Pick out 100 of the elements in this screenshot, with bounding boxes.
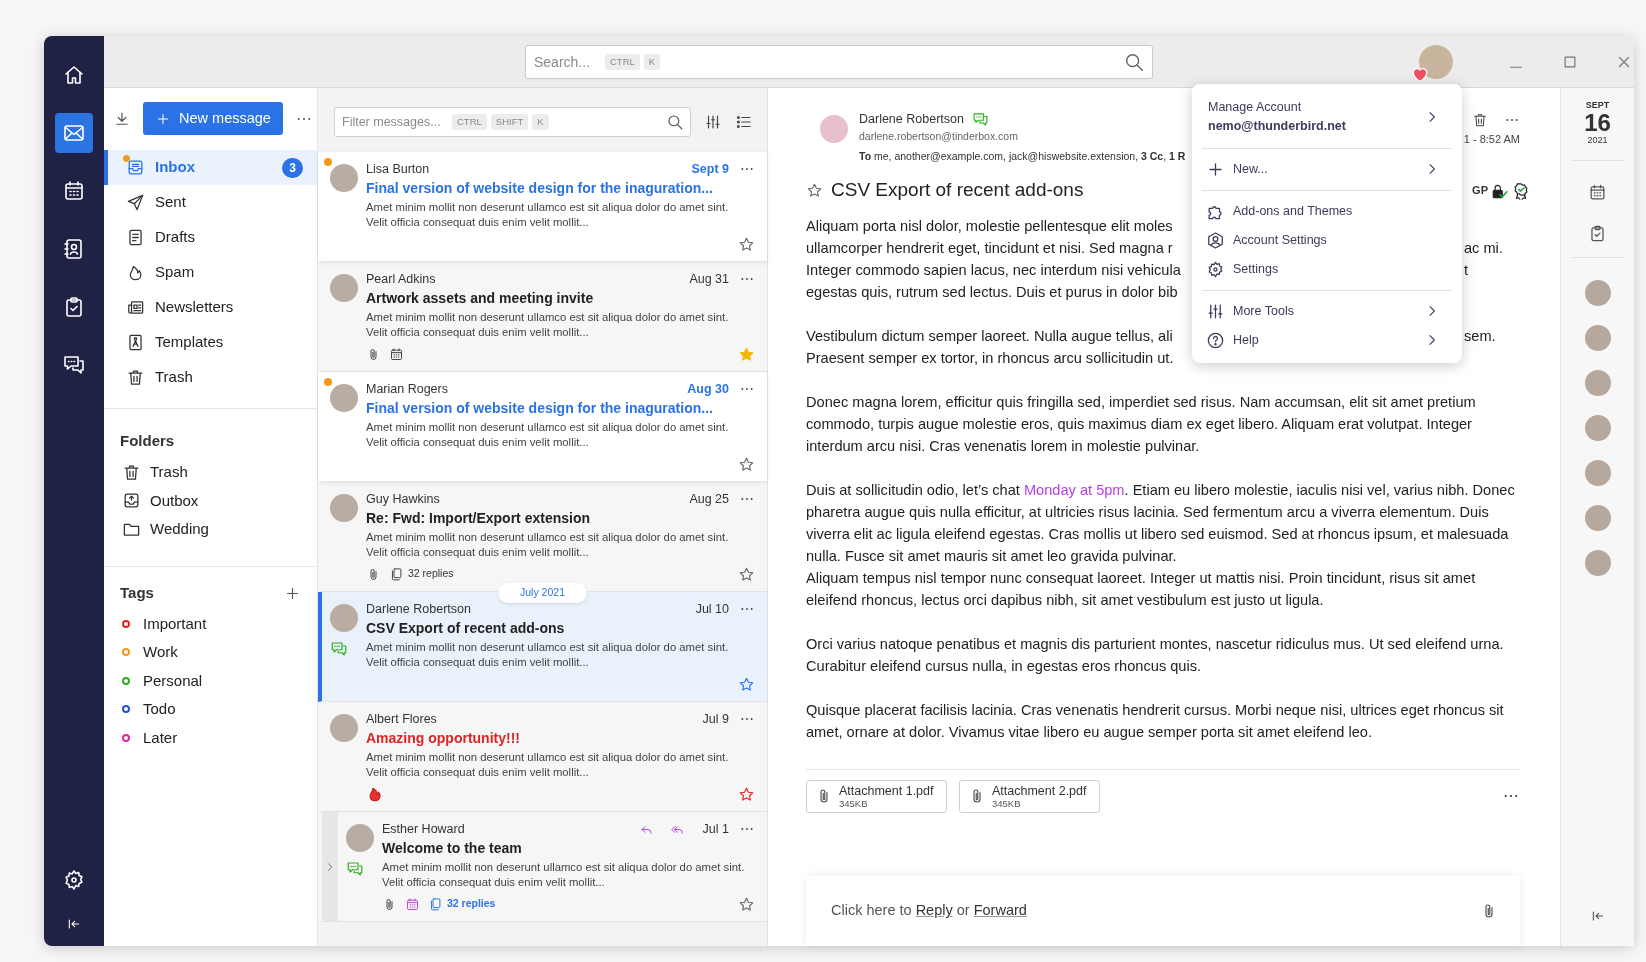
reply-bar[interactable]: Click here to Reply or Forward (806, 876, 1520, 946)
menu-item[interactable]: New... (1192, 154, 1462, 184)
home-icon (62, 63, 86, 87)
message-subject: Final version of website design for the inaguration... (366, 399, 714, 418)
body-text: egestas quis, rutrum sed lectus. Duis et purus in dolor bib (806, 282, 1178, 302)
sender-name: Pearl Adkins (366, 270, 436, 288)
calendar-icon (62, 179, 86, 203)
account-icon (1206, 230, 1225, 250)
menu-item[interactable]: More Tools (1192, 296, 1462, 326)
folder-item[interactable]: Trash (104, 360, 317, 395)
menu-item[interactable]: Account Settings (1192, 225, 1462, 255)
star-icon[interactable] (738, 895, 755, 913)
body-text: Integer commodo sapien lacus, nec interdum nisi vehicula (806, 260, 1181, 280)
star-icon[interactable] (738, 565, 755, 583)
clipboard-check-icon[interactable] (1588, 224, 1607, 243)
folder-item[interactable]: Sent (104, 185, 317, 220)
attachment-name: Attachment 2.pdf (992, 783, 1087, 798)
tag-item[interactable]: Personal (104, 666, 317, 695)
message-subject: CSV Export of recent add-ons (366, 619, 566, 638)
message-preview: Amet minim mollit non deserunt ullamco est sit aliqua dolor do amet sint. Velit officia consequat duis enim velit mollit... (366, 750, 730, 780)
body-text: Vestibulum dictum semper laoreet. Nulla augue tellus, ali (806, 326, 1173, 346)
message-item[interactable]: Esther Howard Jul 1 Welcome to the team Amet minim mollit non deserunt ullamco est sit aliqua dolor do amet sint. Velit officia consequat duis enim velit mollit... 32 replies (318, 812, 767, 922)
message-preview: Amet minim mollit non deserunt ullamco est sit aliqua dolor do amet sint. Velit officia consequat duis enim velit mollit... (382, 860, 746, 890)
message-item[interactable]: Lisa Burton Sept 9 Final version of website design for the inaguration... Amet minim mollit non deserunt ullamco est sit aliqua dolor do amet sint. Velit officia consequat duis enim velit mollit... (318, 152, 767, 262)
text-link[interactable]: Reply (915, 902, 953, 919)
body-paragraph: Quisque placerat facilisis lacinia. Cras venenatis hendrerit cursus. Morbi neque nisi, ultrices eget rhoncus sit amet, ornare at dolor. Vivamus vitae libero eu augue semper porta sit amet eleifend leo. (806, 700, 1505, 742)
folder-item[interactable]: Wedding (104, 515, 317, 544)
folder-item[interactable]: Outbox (104, 486, 317, 515)
message-subject: Welcome to the team (382, 839, 523, 858)
security-label: GP (1472, 183, 1488, 199)
menu-heading: Manage Account (1208, 99, 1303, 116)
message-subject: Artwork assets and meeting invite (366, 289, 595, 308)
body-text: sem. (1464, 326, 1497, 346)
message-date: Sept 9 (691, 160, 729, 178)
chat-bubbles-icon (62, 353, 86, 377)
tag-item[interactable]: Todo (104, 695, 317, 724)
star-icon[interactable] (806, 182, 823, 199)
menu-item[interactable]: Help (1192, 325, 1462, 355)
menu-item[interactable]: Manage Account nemo@thunderbird.net (1192, 92, 1462, 142)
star-icon[interactable] (738, 455, 755, 473)
attachment-size: 345KB (839, 797, 869, 809)
message-item[interactable]: Marian Rogers Aug 30 Final version of website design for the inaguration... Amet minim mollit non deserunt ullamco est sit aliqua dolor do amet sint. Velit officia consequat duis enim velit mollit... (318, 372, 767, 482)
reply-count[interactable]: 32 replies (447, 896, 496, 912)
message-preview: Amet minim mollit non deserunt ullamco est sit aliqua dolor do amet sint. Velit officia consequat duis enim velit mollit... (366, 640, 730, 670)
unread-count: 3 (282, 157, 303, 178)
new-message-button[interactable]: New message (143, 102, 283, 135)
message-date: Aug 25 (689, 490, 729, 508)
search-icon[interactable] (666, 113, 684, 131)
unread-dot (324, 158, 332, 166)
shortcut-key: SHIFT (490, 114, 529, 130)
reply-count[interactable]: 32 replies (408, 566, 454, 582)
folder-item[interactable]: Trash (104, 458, 317, 487)
text-link[interactable]: Forward (973, 902, 1027, 919)
seal-check-icon (1512, 181, 1530, 200)
message-time: 1 - 8:52 AM (1463, 132, 1520, 147)
menu-item[interactable]: Add-ons and Themes (1192, 196, 1462, 226)
thread-toggle[interactable] (322, 812, 338, 921)
settings-icon[interactable] (62, 868, 86, 892)
tag-item[interactable]: Work (104, 638, 317, 667)
folder-item[interactable]: Newsletters (104, 290, 317, 325)
folder-item[interactable]: Drafts (104, 220, 317, 255)
folder-item[interactable]: Spam (104, 255, 317, 290)
shortcut-key: K (532, 114, 549, 130)
star-icon[interactable] (738, 345, 755, 363)
body-text: ac mi. (1464, 238, 1504, 258)
attachment-chip[interactable]: Attachment 1.pdf 345KB (806, 779, 947, 813)
tag-item[interactable]: Important (104, 609, 317, 638)
folder-item[interactable]: Templates (104, 325, 317, 360)
sender-name: Darlene Robertson (366, 600, 471, 618)
body-text: ullamcorper hendrerit eget, tincidunt et nisi. Sed magna r (806, 238, 1173, 258)
folder-item[interactable]: Inbox 3 (104, 150, 317, 185)
trash-icon (126, 368, 145, 387)
star-icon[interactable] (738, 675, 755, 693)
date-link[interactable]: Monday at 5pm (1023, 481, 1125, 498)
tag-item[interactable]: Later (104, 723, 317, 752)
message-date: Jul 9 (702, 710, 729, 728)
chat-bubbles-icon[interactable] (971, 110, 989, 128)
calendar-icon[interactable] (1588, 183, 1607, 202)
sender-name: Albert Flores (366, 710, 437, 728)
collapse-icon[interactable] (66, 916, 82, 932)
trash-icon[interactable] (1472, 112, 1488, 128)
date-divider: July 2021 (498, 583, 587, 603)
attachment-chip[interactable]: Attachment 2.pdf 345KB (959, 779, 1100, 813)
body-paragraph: Donec magna lorem, efficitur quis fringilla sed, imperdiet sed risus. Nam accumsan, elit sit amet pretium commodo, turpis augue molestie eros, quis maximus diam ex eget libero. Aliquam erat volutpat. Integer interdum arcu nisi. Cras venenatis lorem in molestie pulvinar. (806, 392, 1477, 456)
menu-item[interactable]: Settings (1192, 254, 1462, 284)
settings-icon (1206, 259, 1225, 279)
newspaper-icon (126, 298, 145, 317)
message-subject: Amazing opportunity!!! (366, 729, 521, 748)
list-icon[interactable] (735, 113, 753, 131)
star-icon[interactable] (738, 235, 755, 253)
message-preview: Amet minim mollit non deserunt ullamco est sit aliqua dolor do amet sint. Velit officia consequat duis enim velit mollit... (366, 420, 730, 450)
reply-prompt: Click here to Reply or Forward (831, 901, 1027, 921)
sender-email: darlene.robertson@tinderbox.com (859, 128, 1019, 144)
user-avatar[interactable] (1419, 44, 1453, 79)
sliders-icon[interactable] (704, 113, 722, 131)
sender-name: Lisa Burton (366, 160, 430, 178)
body-paragraph: Duis at sollicitudin odio, let’s chat Monday at 5pm. Etiam eu libero molestie, iaculis nisi vel, varius nibh. Donec pharetra augue quis nulla efficitur, at ultricies risus lacinia. Sed fermentum arcu a viverra elementum. Duis viverra elit ac ligula eleifend egestas. Cras mollis ut libero sed euismod. Sed at rhoncus ipsum, et malesuada nulla. Fusce sit amet mauris sit amet leo gravida pulvinar. Aliquam tempus nisl tempor nunc consequat laoreet. Integer ut mattis nisi. Proin tincidunt, risus sit amet eleifend rhoncus, lectus orci dapibus nibh, sit amet vestibulum est justo ut ligula. (806, 480, 1516, 610)
star-icon[interactable] (738, 785, 755, 803)
date-day: 16 (1584, 111, 1611, 135)
paper-plane-icon (126, 193, 145, 212)
